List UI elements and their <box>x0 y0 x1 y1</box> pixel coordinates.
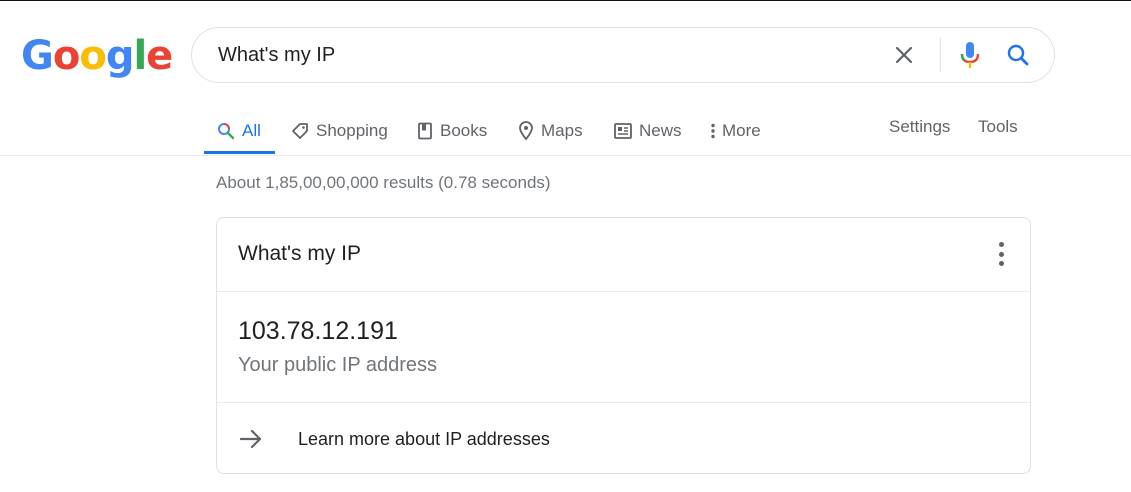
search-input[interactable]: What's my IP <box>218 44 335 67</box>
ip-answer-card: What's my IP 103.78.12.191 Your public I… <box>216 217 1031 474</box>
tab-label: More <box>722 121 761 140</box>
card-title: What's my IP <box>238 242 362 265</box>
search-icon <box>218 123 235 140</box>
tab-books[interactable]: Books <box>417 109 487 153</box>
close-icon <box>895 46 913 64</box>
ip-address-label: Your public IP address <box>238 354 438 376</box>
logo-letter: e <box>146 33 173 79</box>
card-header: What's my IP <box>217 218 1030 292</box>
learn-more-link[interactable]: Learn more about IP addresses <box>217 402 1030 475</box>
tab-label: Maps <box>541 121 583 140</box>
tab-news[interactable]: News <box>614 109 682 153</box>
tab-shopping[interactable]: Shopping <box>291 109 388 153</box>
tab-label: All <box>242 121 261 140</box>
card-menu-button[interactable] <box>996 242 1006 266</box>
tab-label: Books <box>440 121 488 140</box>
tab-label: News <box>639 121 682 140</box>
clear-button[interactable] <box>890 41 918 69</box>
newspaper-icon <box>614 123 632 139</box>
search-box[interactable]: What's my IP <box>191 27 1055 83</box>
microphone-icon <box>960 42 980 68</box>
logo-letter: o <box>79 33 107 79</box>
tab-more[interactable]: More <box>710 109 761 153</box>
logo-letter: g <box>105 33 135 79</box>
book-icon <box>418 122 432 140</box>
tab-label: Shopping <box>316 121 388 140</box>
tabs-divider <box>0 155 1131 156</box>
tab-all[interactable]: All <box>217 109 261 153</box>
more-vert-icon <box>711 123 715 139</box>
logo-letter: l <box>133 33 147 79</box>
result-stats: About 1,85,00,00,000 results (0.78 secon… <box>216 173 551 192</box>
more-vert-icon <box>998 242 1004 247</box>
google-logo[interactable]: Google <box>21 33 173 79</box>
logo-letter: o <box>52 33 81 79</box>
search-icon <box>1007 44 1029 66</box>
voice-search-button[interactable] <box>956 39 984 71</box>
search-divider <box>940 38 941 72</box>
tag-icon <box>292 123 308 139</box>
search-button[interactable] <box>1002 39 1034 71</box>
ip-address-value: 103.78.12.191 <box>238 317 398 345</box>
settings-link[interactable]: Settings <box>889 109 950 145</box>
tab-maps[interactable]: Maps <box>518 109 583 153</box>
logo-letter: G <box>21 33 54 79</box>
learn-more-label: Learn more about IP addresses <box>298 429 550 449</box>
tools-link[interactable]: Tools <box>978 109 1018 145</box>
map-pin-icon <box>519 121 533 141</box>
active-tab-indicator <box>204 151 275 154</box>
arrow-right-icon <box>239 429 262 449</box>
